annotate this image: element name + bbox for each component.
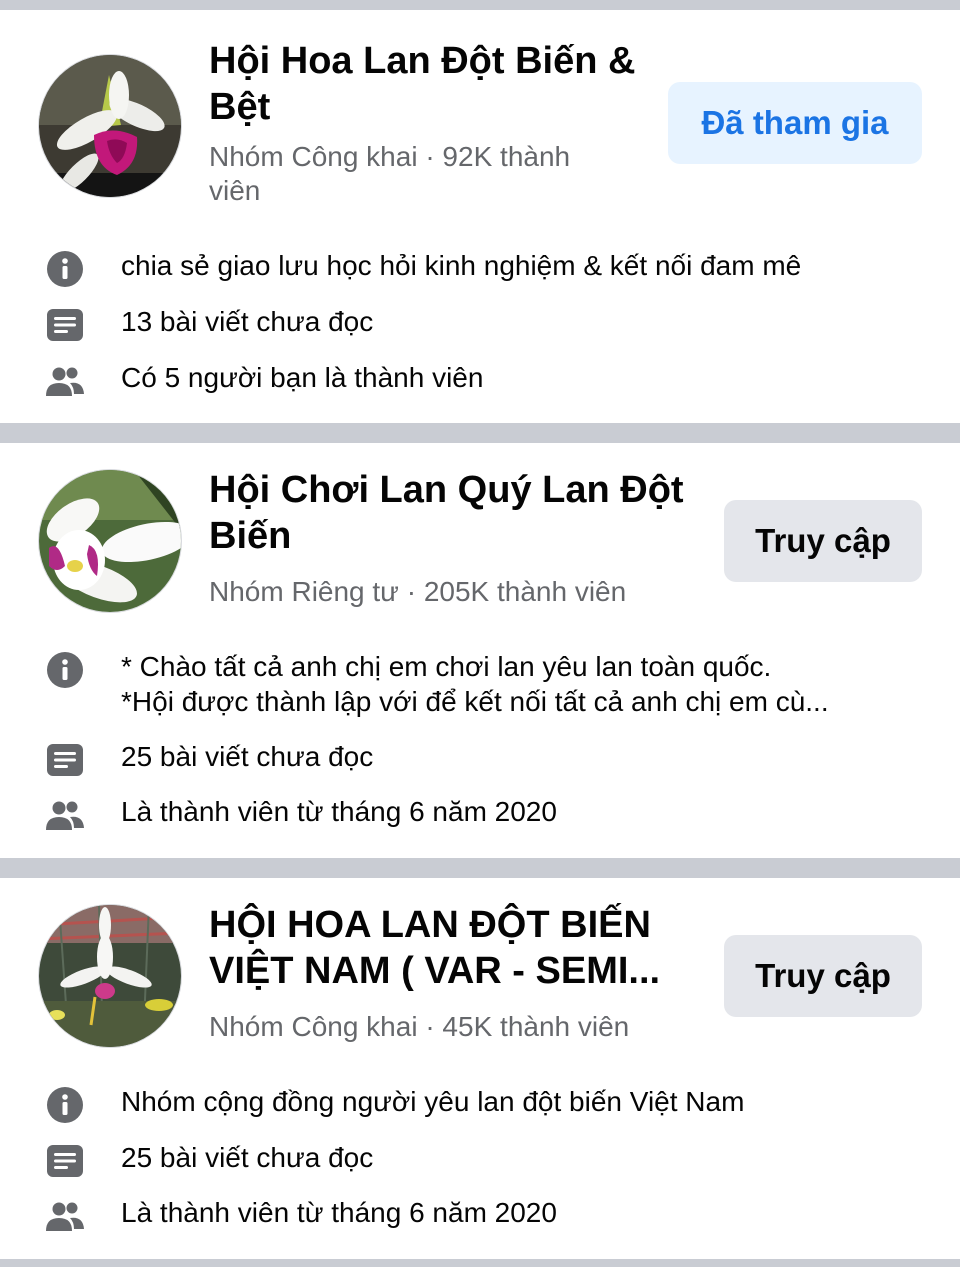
people-icon [46, 362, 84, 400]
friends-members[interactable]: Có 5 người bạn là thành viên [121, 360, 920, 395]
group-meta: Nhóm Công khai · 92K thành viên [209, 141, 571, 206]
people-icon [46, 1197, 84, 1235]
group-name[interactable]: Hội Hoa Lan Đột Biến & Bệt [209, 38, 659, 130]
group-card[interactable]: HỘI HOA LAN ĐỘT BIẾN VIỆT NAM ( VAR - SE… [0, 878, 960, 1259]
group-avatar[interactable] [38, 904, 182, 1048]
orchid-photo [39, 905, 181, 1047]
group-card[interactable]: Hội Chơi Lan Quý Lan Đột Biến Nhóm Riêng… [0, 443, 960, 858]
group-name-line-2[interactable]: VIỆT NAM ( VAR - SEMI... [209, 948, 699, 994]
group-name[interactable]: HỘI HOA LAN ĐỘT BIẾN VIỆT NAM ( VAR - SE… [209, 902, 699, 994]
group-name[interactable]: Hội Chơi Lan Quý Lan Đột Biến [209, 467, 699, 559]
info-icon [46, 250, 84, 288]
group-meta: Nhóm Riêng tư · 205K thành viên [209, 576, 627, 607]
info-icon [46, 651, 84, 689]
orchid-photo [39, 55, 181, 197]
joined-button[interactable]: Đã tham gia [668, 82, 922, 164]
unread-posts[interactable]: 13 bài viết chưa đọc [121, 304, 920, 339]
membership-since: Là thành viên từ tháng 6 năm 2020 [121, 796, 557, 827]
unread-posts[interactable]: 25 bài viết chưa đọc [121, 739, 920, 774]
membership-since: Là thành viên từ tháng 6 năm 2020 [121, 1197, 557, 1228]
group-list: Hội Hoa Lan Đột Biến & Bệt Nhóm Công kha… [0, 0, 960, 1267]
group-avatar[interactable] [38, 54, 182, 198]
group-description-line-1: * Chào tất cả anh chị em chơi lan yêu la… [121, 651, 772, 682]
people-icon [46, 796, 84, 834]
group-meta: Nhóm Công khai · 45K thành viên [209, 1011, 630, 1042]
visit-button[interactable]: Truy cập [724, 500, 922, 582]
info-icon [46, 1086, 84, 1124]
posts-icon [46, 306, 84, 344]
group-card[interactable]: Hội Hoa Lan Đột Biến & Bệt Nhóm Công kha… [0, 10, 960, 423]
group-description: chia sẻ giao lưu học hỏi kinh nghiệm & k… [121, 250, 802, 281]
unread-posts[interactable]: 25 bài viết chưa đọc [121, 1140, 920, 1175]
group-description: Nhóm cộng đồng người yêu lan đột biến Vi… [121, 1086, 745, 1117]
orchid-photo [39, 470, 181, 612]
group-avatar[interactable] [38, 469, 182, 613]
posts-icon [46, 1142, 84, 1180]
group-description-line-2: *Hội được thành lập với để kết nối tất c… [121, 686, 829, 717]
visit-button[interactable]: Truy cập [724, 935, 922, 1017]
posts-icon [46, 741, 84, 779]
group-name-line-1[interactable]: HỘI HOA LAN ĐỘT BIẾN [209, 902, 699, 948]
